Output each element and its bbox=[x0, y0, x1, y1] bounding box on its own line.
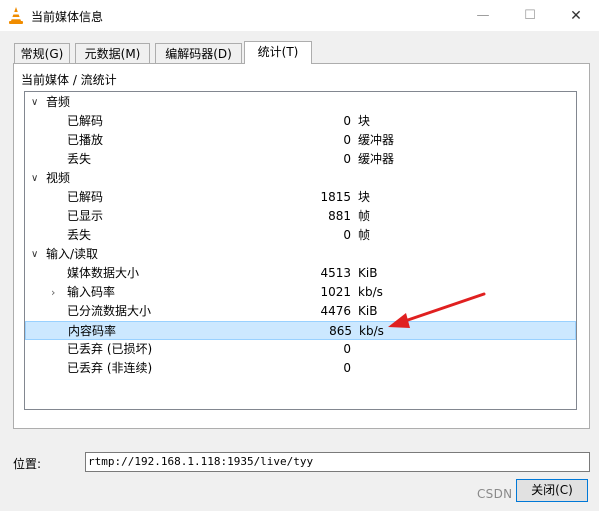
maximize-button[interactable]: ☐ bbox=[507, 0, 553, 31]
location-field[interactable]: rtmp://192.168.1.118:1935/live/tyy bbox=[85, 452, 590, 472]
tree-category-audio[interactable]: ∨ 音频 bbox=[25, 93, 576, 112]
tree-row[interactable]: 媒体数据大小 4513 KiB bbox=[25, 264, 576, 283]
stat-label: 输入码率 bbox=[67, 285, 116, 299]
stat-label: 已解码 bbox=[67, 190, 104, 204]
category-label: 视频 bbox=[46, 171, 71, 185]
tab-metadata[interactable]: 元数据(M) bbox=[75, 43, 150, 63]
stat-label: 已分流数据大小 bbox=[67, 304, 152, 318]
tree-category-video[interactable]: ∨ 视频 bbox=[25, 169, 576, 188]
minimize-button[interactable]: — bbox=[460, 0, 506, 31]
tree-category-input[interactable]: ∨ 输入/读取 bbox=[25, 245, 576, 264]
stat-label: 已丢弃 (非连续) bbox=[67, 361, 153, 375]
stat-label: 丢失 bbox=[67, 152, 92, 166]
location-label: 位置: bbox=[13, 457, 42, 471]
chevron-down-icon[interactable]: ∨ bbox=[31, 245, 41, 264]
chevron-down-icon[interactable]: ∨ bbox=[31, 169, 41, 188]
stat-label: 已丢弃 (已损坏) bbox=[67, 342, 153, 356]
chevron-right-icon[interactable]: › bbox=[51, 283, 55, 302]
section-title: 当前媒体 / 流统计 bbox=[21, 73, 117, 87]
stat-value: 4513 bbox=[320, 266, 351, 280]
stat-unit: 块 bbox=[358, 114, 371, 128]
tree-row[interactable]: 丢失 0 帧 bbox=[25, 226, 576, 245]
window-title: 当前媒体信息 bbox=[31, 10, 104, 24]
tree-row[interactable]: 丢失 0 缓冲器 bbox=[25, 150, 576, 169]
stat-unit: 缓冲器 bbox=[358, 152, 395, 166]
tree-row[interactable]: 已播放 0 缓冲器 bbox=[25, 131, 576, 150]
stat-value: 1815 bbox=[320, 190, 351, 204]
stat-value: 881 bbox=[328, 209, 351, 223]
stat-value: 0 bbox=[343, 361, 351, 375]
title-bar: 当前媒体信息 — ☐ ✕ bbox=[0, 0, 599, 31]
stat-label: 已解码 bbox=[67, 114, 104, 128]
stat-unit: 帧 bbox=[358, 209, 371, 223]
close-window-button[interactable]: ✕ bbox=[553, 0, 599, 31]
tab-codec[interactable]: 编解码器(D) bbox=[155, 43, 242, 63]
stat-unit: 块 bbox=[358, 190, 371, 204]
tree-row[interactable]: › 输入码率 1021 kb/s bbox=[25, 283, 576, 302]
stat-label: 已播放 bbox=[67, 133, 104, 147]
stat-value: 0 bbox=[343, 342, 351, 356]
category-label: 输入/读取 bbox=[46, 247, 99, 261]
annotation-arrow-icon bbox=[388, 292, 486, 328]
stat-value: 0 bbox=[343, 228, 351, 242]
tree-row[interactable]: 已丢弃 (非连续) 0 bbox=[25, 359, 576, 378]
stat-value: 865 bbox=[329, 324, 352, 338]
stat-unit: 缓冲器 bbox=[358, 133, 395, 147]
stat-unit: 帧 bbox=[358, 228, 371, 242]
stat-unit: KiB bbox=[358, 304, 378, 318]
tree-row[interactable]: 已显示 881 帧 bbox=[25, 207, 576, 226]
stat-label: 内容码率 bbox=[68, 324, 117, 338]
stat-value: 0 bbox=[343, 114, 351, 128]
stat-unit: KiB bbox=[358, 266, 378, 280]
stats-tree[interactable]: ∨ 音频 已解码 0 块 已播放 0 缓冲器 丢失 0 缓冲器 ∨ 视频 已解码… bbox=[24, 91, 577, 410]
close-button[interactable]: 关闭(C) bbox=[516, 479, 588, 502]
stat-value: 0 bbox=[343, 133, 351, 147]
stat-label: 丢失 bbox=[67, 228, 92, 242]
tree-row-selected[interactable]: 内容码率 865 kb/s bbox=[25, 321, 576, 340]
stat-value: 4476 bbox=[320, 304, 351, 318]
chevron-down-icon[interactable]: ∨ bbox=[31, 93, 41, 112]
stat-value: 1021 bbox=[320, 285, 351, 299]
category-label: 音频 bbox=[46, 95, 71, 109]
tree-row[interactable]: 已解码 0 块 bbox=[25, 112, 576, 131]
stat-label: 已显示 bbox=[67, 209, 104, 223]
tab-statistics[interactable]: 统计(T) bbox=[244, 41, 312, 64]
tab-general[interactable]: 常规(G) bbox=[14, 43, 70, 63]
vlc-cone-icon bbox=[9, 7, 23, 24]
stat-label: 媒体数据大小 bbox=[67, 266, 140, 280]
tree-row[interactable]: 已分流数据大小 4476 KiB bbox=[25, 302, 576, 321]
tree-row[interactable]: 已解码 1815 块 bbox=[25, 188, 576, 207]
stat-value: 0 bbox=[343, 152, 351, 166]
tree-row[interactable]: 已丢弃 (已损坏) 0 bbox=[25, 340, 576, 359]
